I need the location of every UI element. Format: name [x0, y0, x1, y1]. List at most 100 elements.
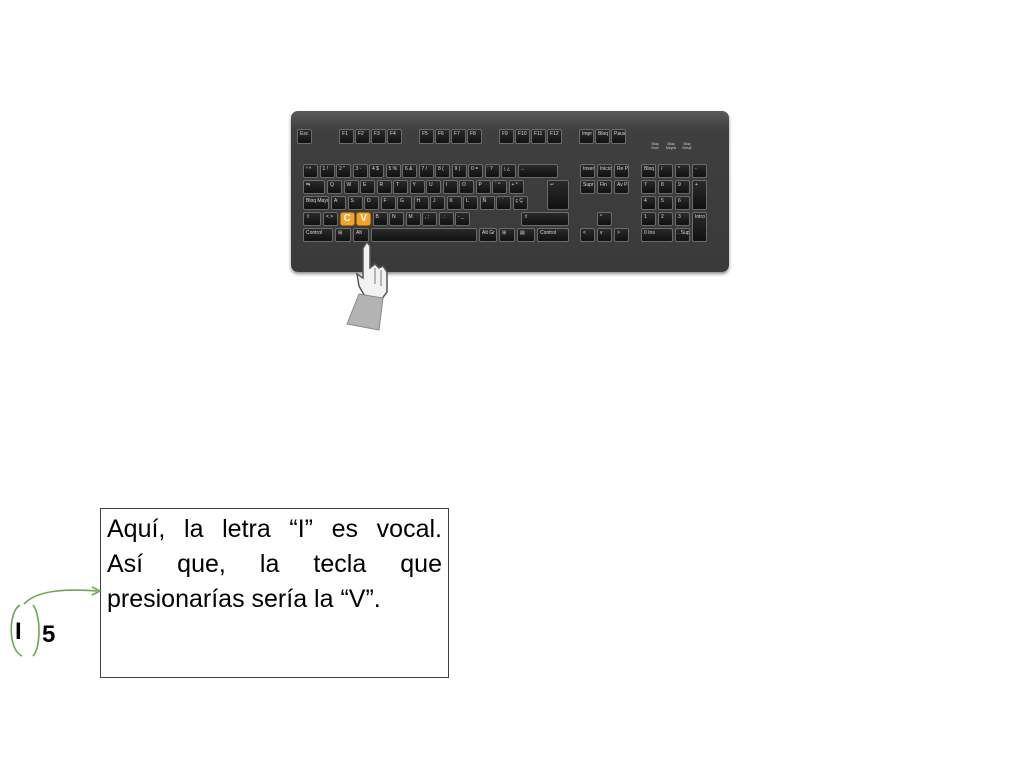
explanation-box: Aquí, la letra “I” es vocal. Así que, la…	[100, 508, 449, 678]
key-0: 0 =	[468, 164, 484, 178]
key-av-p-g: Av Pág	[614, 180, 629, 194]
explanation-line-3: presionarías sería la “V”.	[107, 585, 381, 613]
key-symbol: Ñ	[479, 196, 495, 210]
key-supr: . Supr	[675, 228, 690, 242]
key-8: 8 (	[435, 164, 451, 178]
key-f7: F7	[451, 129, 466, 144]
key-f: F	[380, 196, 396, 210]
key-u: U	[426, 180, 442, 194]
key-bloq-may-s: Bloq Mayús	[303, 196, 329, 210]
key-alt-gr: Alt Gr	[479, 228, 497, 242]
led-bloq-num: Bloq Num	[651, 142, 659, 150]
key-9: 9	[675, 180, 690, 194]
key-symbol: ⊞	[499, 228, 515, 242]
key-symbol: +	[692, 180, 707, 210]
key-w: W	[343, 180, 359, 194]
key-symbol: ^	[597, 212, 612, 226]
led-bloq-may-s: Bloq Mayús	[665, 142, 677, 150]
key-supr: Supr	[580, 180, 595, 194]
hand-pointer-icon	[346, 240, 388, 331]
key-9: 9 )	[451, 164, 467, 178]
key-f11: F11	[531, 129, 546, 144]
key-symbol: ¡ ¿	[501, 164, 517, 178]
key-i: I	[442, 180, 458, 194]
key-impr-pant: Impr Pant	[579, 129, 594, 144]
key-insert: Insert	[580, 164, 595, 178]
key-f6: F6	[435, 129, 450, 144]
key-pausa-inter: Pausa Inter	[611, 129, 626, 144]
key-3: 3 ·	[352, 164, 368, 178]
key-f12: F12	[547, 129, 562, 144]
key-8: 8	[658, 180, 673, 194]
key-symbol: ` ^	[492, 180, 508, 194]
key-2: 2	[658, 212, 673, 226]
key-f10: F10	[515, 129, 530, 144]
explanation-line-2: Así que, la tecla que	[107, 550, 442, 578]
key-a: A	[331, 196, 347, 210]
key-r: R	[376, 180, 392, 194]
key-5: 5 %	[385, 164, 401, 178]
explanation-line-1: Aquí, la letra “I” es vocal.	[107, 515, 442, 543]
key-1: 1 !	[319, 164, 335, 178]
key-symbol: ⇧	[521, 212, 569, 226]
key-symbol: *	[675, 164, 690, 178]
key-5: 5	[658, 196, 673, 210]
key-re-p-g: Re Pág	[614, 164, 629, 178]
key-k: K	[446, 196, 462, 210]
key-h: H	[413, 196, 429, 210]
key-symbol: ⇆	[303, 180, 325, 194]
key-f5: F5	[419, 129, 434, 144]
key-f1: F1	[339, 129, 354, 144]
arrow-head	[91, 586, 102, 596]
key-6: 6	[675, 196, 690, 210]
key-o: O	[459, 180, 475, 194]
key-control: Control	[303, 228, 333, 242]
key-0-ins: 0 Ins	[641, 228, 673, 242]
key-symbol: - _	[455, 212, 471, 226]
key-f4: F4	[387, 129, 402, 144]
key-symbol: /	[658, 164, 673, 178]
key-j: J	[430, 196, 446, 210]
key-1: 1	[641, 212, 656, 226]
key-6: 6 &	[402, 164, 418, 178]
key-f3: F3	[371, 129, 386, 144]
key-symbol: ç Ç	[512, 196, 528, 210]
key-v: v	[597, 228, 612, 242]
key-2: 2 "	[336, 164, 352, 178]
key-control: Control	[537, 228, 569, 242]
key-s: S	[347, 196, 363, 210]
key-bloq-despl: Bloq Despl	[595, 129, 610, 144]
key-symbol: ←	[517, 164, 558, 178]
key-intro: Intro	[692, 212, 707, 242]
key-symbol: + *	[508, 180, 524, 194]
key-c: C	[339, 212, 355, 226]
key-symbol: , ;	[422, 212, 438, 226]
key-symbol: -	[692, 164, 707, 178]
key-7: 7 /	[418, 164, 434, 178]
key-symbol: <	[580, 228, 595, 242]
key-3: 3	[675, 212, 690, 226]
key-f9: F9	[499, 129, 514, 144]
key-m: M	[405, 212, 421, 226]
led-bloq-despl: Bloq Despl	[682, 142, 692, 150]
key-4: 4 $	[369, 164, 385, 178]
key-fin: Fin	[597, 180, 612, 194]
arrow-line	[23, 589, 98, 605]
key-symbol: < >	[323, 212, 339, 226]
key-b: B	[372, 212, 388, 226]
key-f2: F2	[355, 129, 370, 144]
key-symbol: º ª	[303, 164, 319, 178]
letter-circle-outline-right	[32, 604, 40, 657]
key-symbol: ▤	[517, 228, 535, 242]
slide: EscF1F2F3F4F5F6F7F8F9F10F11F12Impr PantB…	[0, 0, 1024, 768]
key-symbol: >	[614, 228, 629, 242]
step-number: 5	[42, 621, 56, 648]
key-symbol: ´ ¨	[496, 196, 512, 210]
key-q: Q	[327, 180, 343, 194]
key-bloq-num: Bloq Num	[641, 164, 656, 178]
key-g: G	[397, 196, 413, 210]
key-4: 4	[641, 196, 656, 210]
key-symbol: . :	[438, 212, 454, 226]
key-l: L	[463, 196, 479, 210]
key-7: 7	[641, 180, 656, 194]
